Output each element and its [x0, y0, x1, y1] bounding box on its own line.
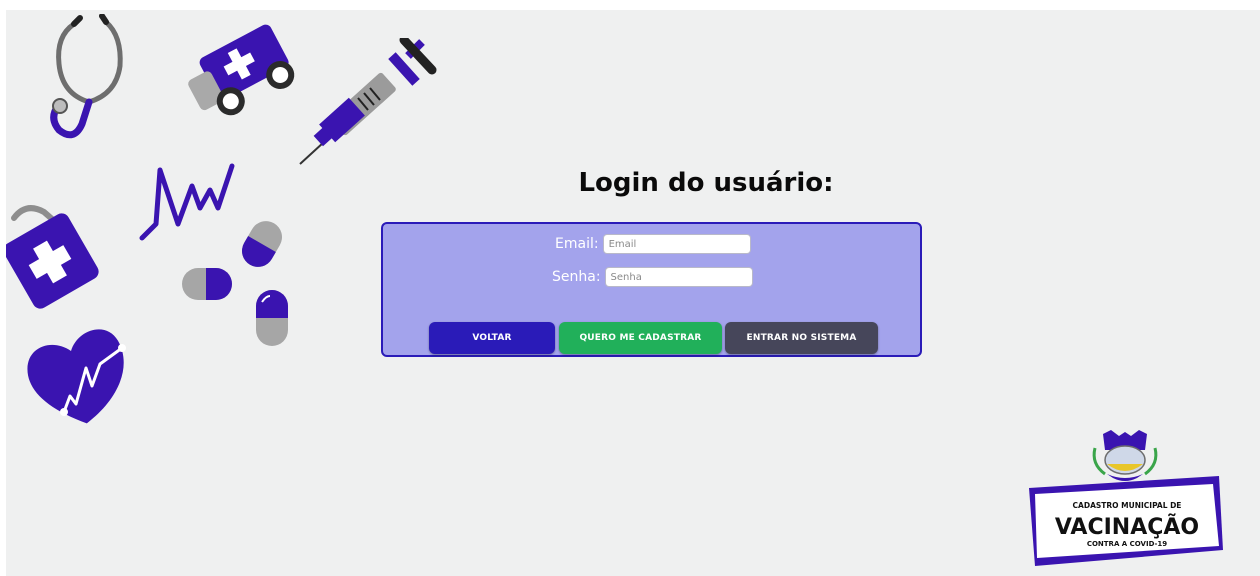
- logo-line-1: CADASTRO MUNICIPAL DE: [1073, 501, 1182, 510]
- page-title: Login do usuário:: [578, 168, 834, 198]
- email-field[interactable]: [602, 234, 751, 254]
- password-field[interactable]: [604, 267, 753, 287]
- login-button[interactable]: ENTRAR NO SISTEMA: [725, 322, 878, 354]
- syringe-icon: [299, 38, 437, 165]
- email-label: Email:: [555, 236, 599, 252]
- municipal-seal-icon: [1092, 430, 1158, 481]
- logo-line-2: VACINAÇÃO: [1055, 514, 1199, 540]
- register-button[interactable]: QUERO ME CADASTRAR: [559, 322, 722, 354]
- login-form-panel: Email: Senha: VOLTAR QUERO ME CADASTRAR …: [381, 222, 922, 357]
- password-label: Senha:: [552, 269, 601, 285]
- heart-pulse-icon: [27, 329, 126, 424]
- stethoscope-icon: [50, 14, 123, 139]
- password-row: Senha:: [552, 267, 753, 287]
- vaccination-logo: CADASTRO MUNICIPAL DE VACINAÇÃO CONTRA A…: [1029, 430, 1223, 566]
- page-background: Login do usuário: Email: Senha: VOLTAR Q…: [6, 10, 1260, 576]
- logo-line-3: CONTRA A COVID-19: [1087, 540, 1167, 548]
- email-row: Email:: [555, 234, 751, 254]
- pill-capsules-icon: [182, 221, 288, 346]
- back-button[interactable]: VOLTAR: [429, 322, 555, 354]
- medical-kit-icon: [6, 205, 99, 309]
